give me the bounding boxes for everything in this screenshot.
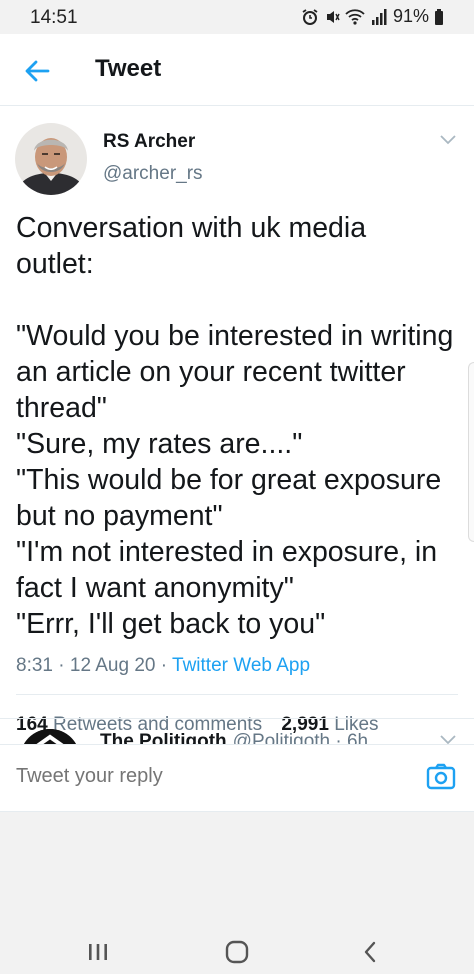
tweet-text-line: "This would be for great exposure	[16, 464, 442, 496]
app-header: Tweet	[0, 34, 474, 106]
meta-separator: ·	[58, 655, 65, 676]
tweet-text-line: "I'm not interested in exposure, in	[16, 536, 438, 568]
author-name[interactable]: RS Archer	[103, 131, 195, 153]
avatar[interactable]	[15, 123, 87, 195]
next-tweet[interactable]: The Politigoth @Politigoth · 6h	[0, 718, 474, 746]
home-icon	[225, 940, 249, 964]
battery-icon	[435, 8, 443, 25]
reply-bar	[0, 744, 474, 812]
wifi-icon	[345, 8, 365, 25]
tweet-text-line: "Errr, I'll get back to you"	[16, 608, 326, 640]
divider	[16, 694, 458, 695]
tweet-time: 8:31	[16, 655, 53, 676]
status-icons: 91%	[301, 6, 444, 27]
tweet-text-line: outlet:	[16, 248, 94, 280]
status-time: 14:51	[30, 7, 78, 28]
tweet-text-line: "Sure, my rates are...."	[16, 428, 303, 460]
signal-icon	[371, 8, 387, 25]
home-button[interactable]	[217, 932, 257, 972]
tweet-text-line: but no payment"	[16, 500, 223, 532]
tweet-timestamp: 8:31 · 12 Aug 20 · Twitter Web App	[16, 655, 310, 677]
page-title: Tweet	[95, 55, 162, 82]
recents-icon	[89, 944, 107, 960]
reply-input[interactable]	[16, 765, 376, 788]
tweet-text-line: Conversation with uk media	[16, 212, 367, 244]
recents-button[interactable]	[78, 932, 118, 972]
camera-icon[interactable]	[426, 761, 456, 791]
alarm-icon	[302, 8, 318, 25]
back-arrow-icon[interactable]	[22, 56, 52, 86]
tweet-text-line: "Would you be interested in writing	[16, 320, 454, 352]
meta-separator: ·	[160, 655, 168, 676]
tweet-text-line: fact I want anonymity"	[16, 572, 294, 604]
tweet-source-link[interactable]: Twitter Web App	[172, 655, 310, 676]
battery-level: 91%	[392, 6, 429, 26]
tweet-date: 12 Aug 20	[69, 655, 156, 676]
chevron-down-icon[interactable]	[440, 135, 456, 145]
tweet-text: Conversation with uk media outlet: "Woul…	[16, 210, 466, 642]
nav-back-icon	[364, 941, 376, 963]
system-nav-bar	[0, 812, 474, 974]
tweet-text-line: thread"	[16, 392, 107, 424]
nav-back-button[interactable]	[350, 932, 390, 972]
tweet-text-line: an article on your recent twitter	[16, 356, 406, 388]
status-bar: 14:51 91%	[0, 0, 474, 34]
scroll-handle[interactable]	[468, 362, 474, 542]
author-handle[interactable]: @archer_rs	[103, 163, 203, 185]
mute-icon	[326, 10, 340, 23]
